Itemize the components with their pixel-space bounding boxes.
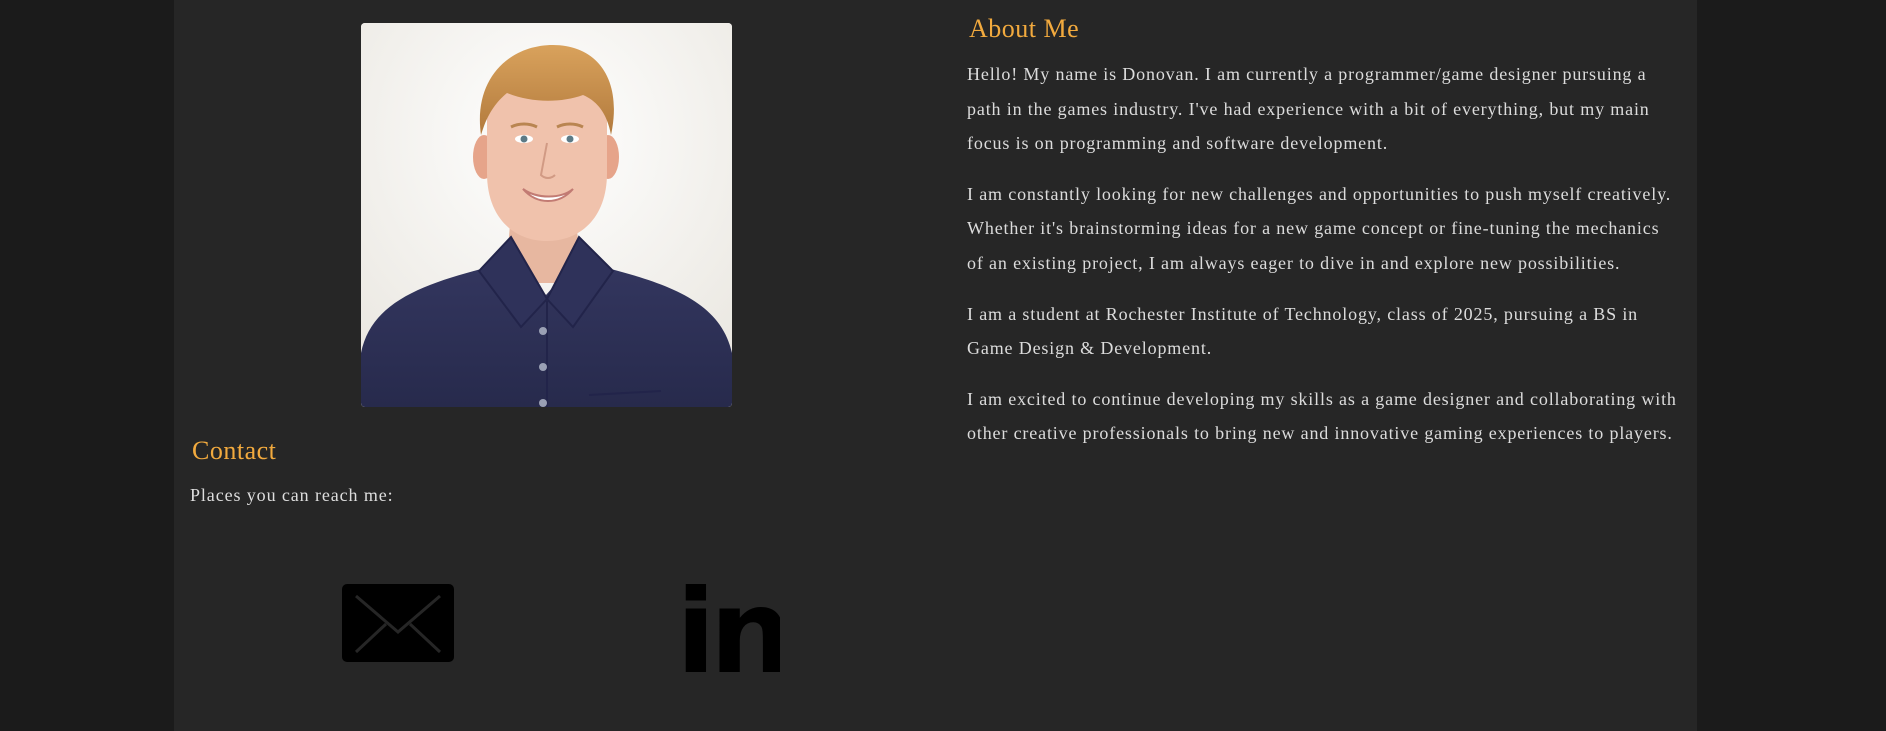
- about-body: Hello! My name is Donovan. I am currentl…: [967, 57, 1679, 467]
- about-heading: About Me: [969, 14, 1080, 43]
- main-content: Contact Places you can reach me: in Abou…: [174, 0, 1697, 731]
- about-paragraph: Hello! My name is Donovan. I am currentl…: [967, 64, 1650, 154]
- profile-photo: [361, 23, 732, 407]
- contact-subtext: Places you can reach me:: [190, 485, 394, 505]
- email-link[interactable]: [342, 584, 454, 662]
- about-paragraph: I am a student at Rochester Institute of…: [967, 303, 1639, 359]
- about-paragraph: I am constantly looking for new challeng…: [967, 183, 1672, 273]
- mail-icon: [342, 584, 454, 662]
- linkedin-glyph: in: [676, 572, 780, 676]
- contact-heading: Contact: [192, 436, 277, 465]
- linkedin-icon: in: [676, 565, 792, 700]
- about-paragraph: I am excited to continue developing my s…: [967, 388, 1677, 444]
- linkedin-link[interactable]: in: [676, 565, 792, 700]
